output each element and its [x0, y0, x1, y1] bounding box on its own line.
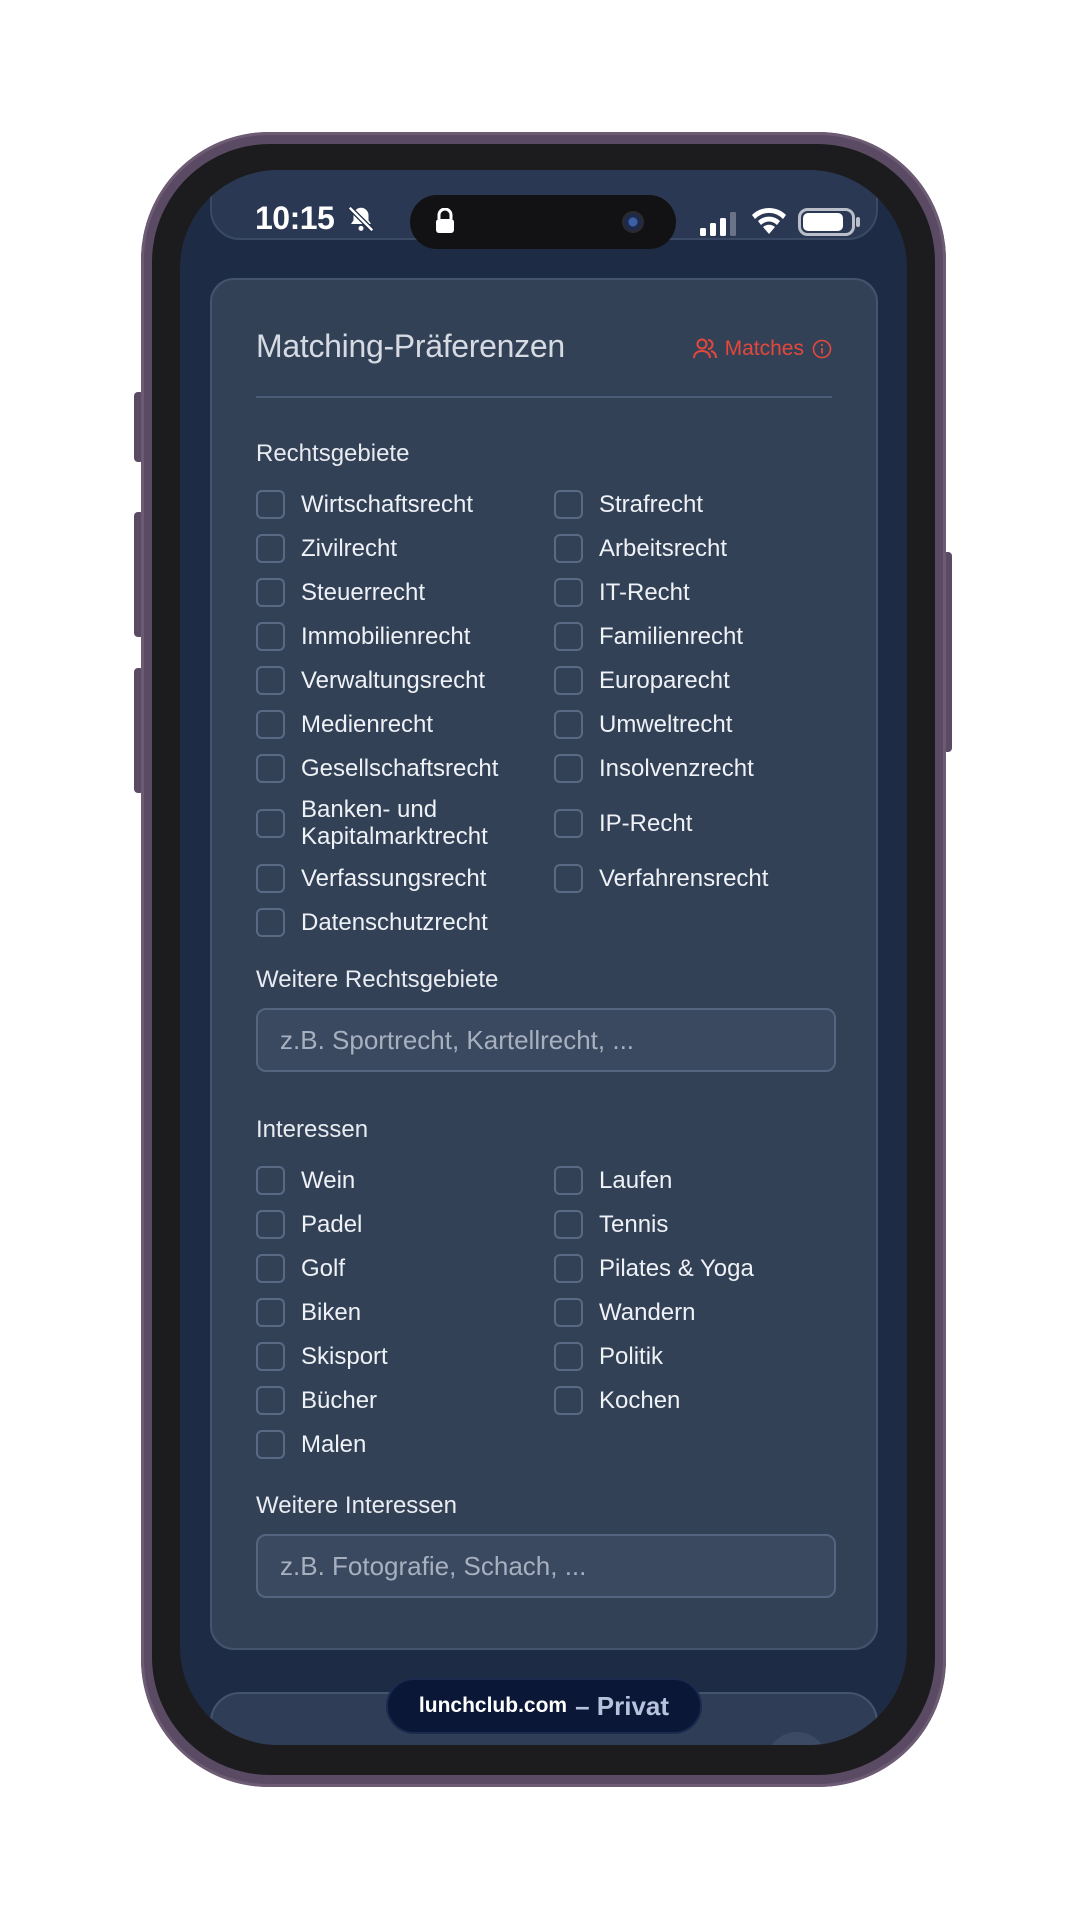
checkbox-box[interactable]: [256, 621, 285, 651]
checkbox-box[interactable]: [256, 808, 285, 838]
checkbox-pilates-yoga[interactable]: Pilates & Yoga: [554, 1246, 836, 1290]
matches-label: Matches: [724, 337, 804, 360]
checkbox-box[interactable]: [554, 1385, 583, 1415]
checkbox-umweltrecht[interactable]: Umweltrecht: [554, 702, 836, 746]
checkbox-box[interactable]: [554, 1297, 583, 1327]
checkbox-box[interactable]: [554, 808, 583, 838]
checkbox-strafrecht[interactable]: Strafrecht: [554, 482, 836, 526]
status-time: 10:15: [255, 200, 335, 236]
checkbox-politik[interactable]: Politik: [554, 1334, 836, 1378]
checkbox-zivilrecht[interactable]: Zivilrecht: [256, 526, 554, 570]
checkbox-kochen[interactable]: Kochen: [554, 1378, 836, 1422]
lock-icon: [436, 208, 454, 233]
checkbox-biken[interactable]: Biken: [256, 1290, 554, 1334]
checkbox-box[interactable]: [256, 533, 285, 563]
weitere-interessen-input[interactable]: [256, 1534, 836, 1598]
weitere-rechtsgebiete-label: Weitere Rechtsgebiete: [256, 966, 499, 993]
front-camera: [622, 211, 644, 233]
users-icon: [692, 338, 717, 359]
signal-icon: [700, 212, 736, 236]
matching-preferences-card: Matching-Präferenzen Matches Rechtsgebie…: [210, 278, 878, 1650]
matches-link[interactable]: Matches: [692, 337, 832, 361]
checkbox-tennis[interactable]: Tennis: [554, 1202, 836, 1246]
checkbox-box[interactable]: [554, 709, 583, 739]
checkbox-box[interactable]: [256, 1165, 285, 1195]
checkbox-wirtschaftsrecht[interactable]: Wirtschaftsrecht: [256, 482, 554, 526]
screen: 10:15 Matching-Präferenzen Matches Recht…: [180, 170, 907, 1745]
interessen-grid: Wein Laufen Padel Tennis Golf Pilates & …: [256, 1158, 836, 1466]
battery-icon: [798, 208, 860, 236]
checkbox-buecher[interactable]: Bücher: [256, 1378, 554, 1422]
checkbox-box[interactable]: [554, 665, 583, 695]
checkbox-box[interactable]: [554, 1209, 583, 1239]
checkbox-medienrecht[interactable]: Medienrecht: [256, 702, 554, 746]
checkbox-box[interactable]: [256, 577, 285, 607]
checkbox-ip-recht[interactable]: IP-Recht: [554, 790, 836, 856]
checkbox-europarecht[interactable]: Europarecht: [554, 658, 836, 702]
weitere-rechtsgebiete-input[interactable]: [256, 1008, 836, 1072]
checkbox-box[interactable]: [554, 621, 583, 651]
wifi-icon: [752, 207, 786, 234]
weitere-interessen-label: Weitere Interessen: [256, 1492, 457, 1519]
checkbox-insolvenzrecht[interactable]: Insolvenzrecht: [554, 746, 836, 790]
checkbox-padel[interactable]: Padel: [256, 1202, 554, 1246]
checkbox-box[interactable]: [256, 907, 285, 937]
rechtsgebiete-label: Rechtsgebiete: [256, 440, 410, 467]
checkbox-gesellschaftsrecht[interactable]: Gesellschaftsrecht: [256, 746, 554, 790]
checkbox-it-recht[interactable]: IT-Recht: [554, 570, 836, 614]
card-title: Matching-Präferenzen: [256, 328, 565, 364]
checkbox-box[interactable]: [554, 489, 583, 519]
info-icon: [812, 339, 832, 359]
checkbox-box[interactable]: [256, 753, 285, 783]
checkbox-verfahrensrecht[interactable]: Verfahrensrecht: [554, 856, 836, 900]
browser-url-pill[interactable]: lunchclub.com – Privat: [386, 1678, 702, 1734]
checkbox-box[interactable]: [256, 1209, 285, 1239]
checkbox-box[interactable]: [256, 665, 285, 695]
checkbox-box[interactable]: [554, 533, 583, 563]
checkbox-skisport[interactable]: Skisport: [256, 1334, 554, 1378]
checkbox-box[interactable]: [554, 753, 583, 783]
checkbox-immobilienrecht[interactable]: Immobilienrecht: [256, 614, 554, 658]
checkbox-familienrecht[interactable]: Familienrecht: [554, 614, 836, 658]
checkbox-verfassungsrecht[interactable]: Verfassungsrecht: [256, 856, 554, 900]
checkbox-box[interactable]: [256, 1253, 285, 1283]
private-mode-label: – Privat: [575, 1690, 670, 1721]
checkbox-malen[interactable]: Malen: [256, 1422, 554, 1466]
checkbox-box[interactable]: [256, 863, 285, 893]
checkbox-verwaltungsrecht[interactable]: Verwaltungsrecht: [256, 658, 554, 702]
checkbox-wandern[interactable]: Wandern: [554, 1290, 836, 1334]
checkbox-banken-kapitalmarktrecht[interactable]: Banken- und Kapitalmarktrecht: [256, 790, 554, 856]
interessen-label: Interessen: [256, 1116, 369, 1143]
checkbox-datenschutzrecht[interactable]: Datenschutzrecht: [256, 900, 554, 944]
checkbox-wein[interactable]: Wein: [256, 1158, 554, 1202]
checkbox-box[interactable]: [256, 1297, 285, 1327]
checkbox-box[interactable]: [256, 1429, 285, 1459]
checkbox-box[interactable]: [256, 1385, 285, 1415]
checkbox-box[interactable]: [554, 577, 583, 607]
checkbox-box[interactable]: [554, 1341, 583, 1371]
checkbox-box[interactable]: [554, 1165, 583, 1195]
dynamic-island: [410, 195, 676, 249]
checkbox-steuerrecht[interactable]: Steuerrecht: [256, 570, 554, 614]
checkbox-box[interactable]: [256, 1341, 285, 1371]
checkbox-box[interactable]: [256, 709, 285, 739]
checkbox-golf[interactable]: Golf: [256, 1246, 554, 1290]
url-host: lunchclub.com: [418, 1694, 568, 1717]
checkbox-box[interactable]: [554, 863, 583, 893]
checkbox-box[interactable]: [554, 1253, 583, 1283]
checkbox-box[interactable]: [256, 489, 285, 519]
card-divider: [256, 396, 832, 398]
checkbox-arbeitsrecht[interactable]: Arbeitsrecht: [554, 526, 836, 570]
checkbox-laufen[interactable]: Laufen: [554, 1158, 836, 1202]
bell-slash-icon: [347, 205, 375, 233]
rechtsgebiete-grid: Wirtschaftsrecht Strafrecht Zivilrecht A…: [256, 482, 836, 944]
